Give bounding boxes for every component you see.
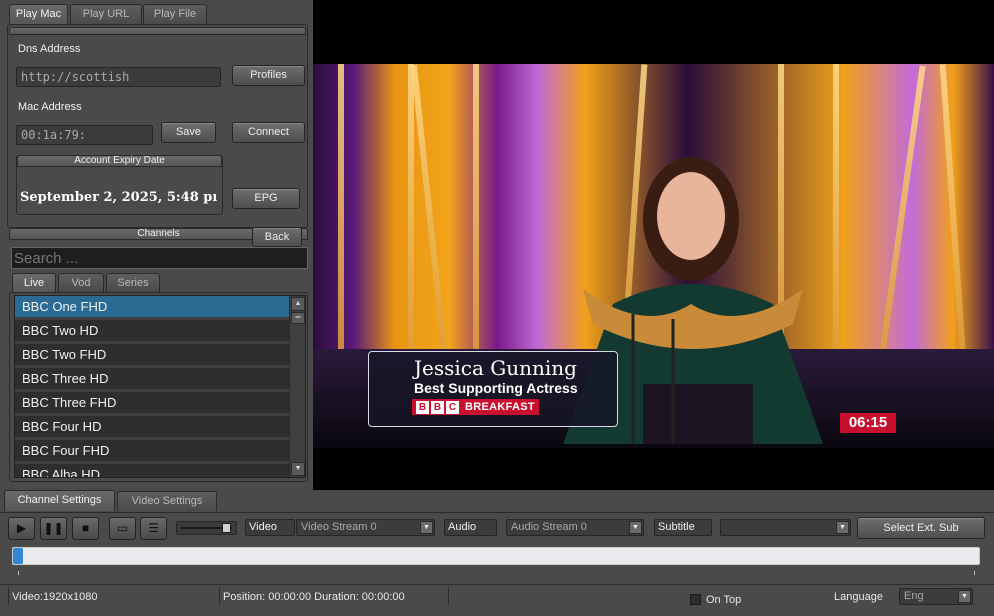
volume-thumb[interactable] [222,523,232,533]
back-button[interactable]: Back [252,227,302,247]
epg-button[interactable]: EPG [232,188,300,209]
seek-area [0,542,994,584]
status-bar: Video:1920x1080 Position: 00:00:00 Durat… [0,584,994,616]
chevron-down-icon: ▼ [629,521,642,534]
select-ext-sub-button[interactable]: Select Ext. Sub [857,517,985,539]
channel-item[interactable]: BBC One FHD [15,296,289,320]
video-resolution: Video:1920x1080 [12,591,98,603]
on-top-label: On Top [706,594,742,606]
channel-list-scrollbar[interactable]: ▲ ═ ▼ [289,296,305,477]
channel-item[interactable]: BBC Two FHD [15,344,289,368]
channel-item[interactable]: BBC Two HD [15,320,289,344]
tab-video-settings[interactable]: Video Settings [117,491,217,511]
seek-thumb[interactable] [13,548,23,564]
caption-lower-third: Jessica Gunning Best Supporting Actress … [368,351,618,427]
tab-play-file[interactable]: Play File [143,4,207,24]
audio-stream-select[interactable]: Audio Stream 0 ▼ [506,519,644,536]
dns-address-label: Dns Address [18,43,81,55]
scroll-thumb[interactable]: ═ [291,312,305,324]
tab-vod[interactable]: Vod [58,273,104,292]
language-select[interactable]: Eng ▼ [899,588,973,605]
left-panel: Play Mac Play URL Play File Dns Address … [0,0,313,512]
chevron-down-icon: ▼ [420,521,433,534]
broadcast-clock: 06:15 [840,413,896,433]
scroll-down-icon[interactable]: ▼ [291,462,305,476]
subtitle-label: Subtitle [654,519,712,536]
tab-channel-settings[interactable]: Channel Settings [4,490,115,511]
list-icon[interactable]: ☰ [140,517,167,540]
mac-address-field[interactable]: 00:1a:79: [16,125,153,145]
save-button[interactable]: Save [161,122,216,143]
video-stream-select[interactable]: Video Stream 0 ▼ [296,519,435,536]
chevron-down-icon: ▼ [958,590,971,603]
bbc-breakfast-logo: B B C BREAKFAST [412,399,539,415]
language-label: Language [834,591,883,603]
channel-item[interactable]: BBC Four FHD [15,440,289,464]
settings-tabs: Channel Settings Video Settings [0,490,994,512]
monitor-icon[interactable]: ▭ [109,517,136,540]
playback-controls: ▶ ❚❚ ■ ▭ ☰ Video Video Stream 0 ▼ Audio A… [0,512,994,542]
tab-play-url[interactable]: Play URL [70,4,142,24]
video-frame: Jessica Gunning Best Supporting Actress … [313,64,994,448]
play-icon[interactable]: ▶ [8,517,35,540]
dns-address-field[interactable]: http://scottish [16,67,221,87]
volume-slider[interactable] [176,521,237,535]
tab-play-mac[interactable]: Play Mac [9,4,68,24]
expiry-date-value: September 2, 2025, 5:48 pı [20,190,218,205]
connect-button[interactable]: Connect [232,122,305,143]
video-player[interactable]: Jessica Gunning Best Supporting Actress … [313,0,994,512]
tab-series[interactable]: Series [106,273,160,292]
channel-item[interactable]: BBC Three HD [15,368,289,392]
channel-item[interactable]: BBC Three FHD [15,392,289,416]
tab-live[interactable]: Live [12,273,56,292]
scroll-up-icon[interactable]: ▲ [291,297,305,311]
on-top-checkbox[interactable] [690,594,701,605]
video-label: Video [245,519,295,536]
channel-item[interactable]: BBC Four HD [15,416,289,440]
position-duration: Position: 00:00:00 Duration: 00:00:00 [223,591,405,603]
pause-icon[interactable]: ❚❚ [40,517,67,540]
expiry-header: Account Expiry Date [17,155,222,167]
chevron-down-icon: ▼ [836,521,849,534]
channel-item[interactable]: BBC Alba HD [15,464,289,477]
profiles-button[interactable]: Profiles [232,65,305,86]
caption-role: Best Supporting Actress [414,380,578,396]
search-input[interactable] [11,247,308,269]
audio-label: Audio [444,519,497,536]
caption-name: Jessica Gunning [414,356,577,380]
subtitle-select[interactable]: ▼ [720,519,851,536]
seek-bar[interactable] [12,547,980,565]
panel-header-bar [9,27,306,35]
channel-list: BBC One FHD BBC Two HD BBC Two FHD BBC T… [14,295,306,478]
mac-address-label: Mac Address [18,101,82,113]
stop-icon[interactable]: ■ [72,517,99,540]
